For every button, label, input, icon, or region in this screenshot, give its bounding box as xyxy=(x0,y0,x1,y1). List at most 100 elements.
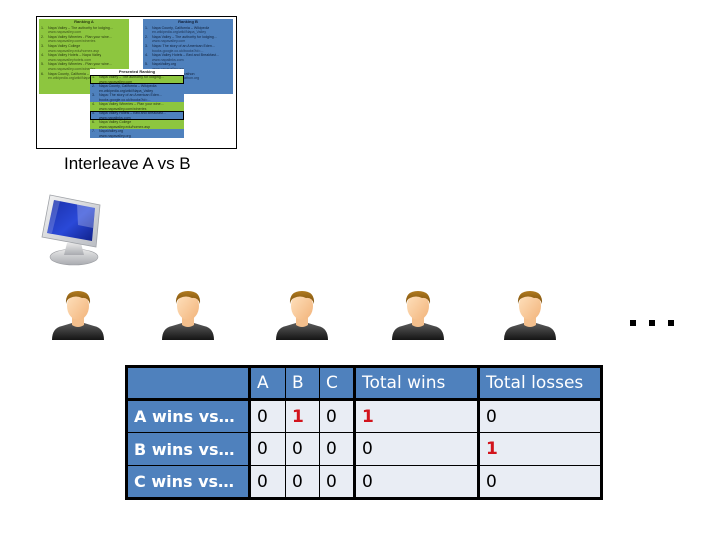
header-a: A xyxy=(248,365,286,400)
presented-item-number: 6. xyxy=(92,120,95,125)
presented-ranking-panel: Presented Ranking 1. Napa Valley – The au… xyxy=(90,69,184,148)
win-loss-table: A B C Total wins Total losses A wins vs…… xyxy=(125,365,603,500)
table-row: C wins vs… 0 0 0 0 0 xyxy=(125,465,603,500)
ranking-item-number: 1. xyxy=(145,25,148,30)
ranking-item-url: www.napavalley.com xyxy=(152,39,186,44)
user-icon xyxy=(158,286,218,342)
ranking-item-title: Napa: The story of an American Eden... xyxy=(152,43,215,48)
presented-item-text: Napa Valley College www.napavalley.edu/ho… xyxy=(99,120,150,129)
presented-item-number: 1. xyxy=(92,75,95,80)
ranking-item: 1. Napa Valley – The authority for lodgin… xyxy=(39,26,129,35)
ranking-item-url: www.napalinks.com xyxy=(152,57,184,62)
ranking-item-text: Napa Valley Hotels – Bed and Breakfast..… xyxy=(152,53,219,62)
presented-item-url: www.napavalley.edu/homex.asp xyxy=(99,124,151,129)
ranking-item-text: Napa: The story of an American Eden... bo… xyxy=(152,44,215,53)
presented-item: 1. Napa Valley – The authority for lodgin… xyxy=(90,75,184,85)
cell-vs-a: 0 xyxy=(248,432,286,466)
ranking-item: 1. Napa County, California – Wikipedia en.… xyxy=(143,26,233,35)
row-label: A wins vs… xyxy=(125,398,250,433)
cell-total-wins: 0 xyxy=(353,465,479,500)
presented-item-title: Napa: The story of an American Eden... xyxy=(99,93,162,98)
cell-vs-c: 0 xyxy=(319,432,355,466)
cell-vs-c: 0 xyxy=(319,398,355,433)
cell-total-wins: 1 xyxy=(353,398,479,433)
ranking-item-text: Napa Valley – The authority for lodging.… xyxy=(152,35,217,44)
presented-item-number: 5. xyxy=(92,111,95,116)
presented-item: 4. Napa Valley Wineries – Plan your wine.… xyxy=(90,102,184,112)
ranking-item-title: NapaValley.org xyxy=(152,62,177,67)
ellipsis-dot xyxy=(649,320,655,326)
presented-item-title: Napa Valley College xyxy=(99,120,132,125)
presented-item-text: Napa County, California – Wikipedia en.wi… xyxy=(99,84,156,93)
ranking-item-number: 6. xyxy=(41,71,44,76)
cell-total-losses: 0 xyxy=(477,398,603,433)
cell-vs-a: 0 xyxy=(248,465,286,500)
presented-item: 7. NapaValley.org www.napavalley.org xyxy=(90,129,184,139)
user-icon xyxy=(388,286,448,342)
header-b: B xyxy=(285,365,320,400)
ranking-item-number: 3. xyxy=(41,43,44,48)
interleaving-thumbnail: Ranking A 1. Napa Valley – The authority … xyxy=(36,16,237,149)
ranking-item-text: Napa Valley Hotels – Napa Valley www.napa… xyxy=(48,53,101,62)
header-total-losses: Total losses xyxy=(477,365,603,400)
ellipsis-dot xyxy=(630,320,636,326)
interleave-label: Interleave A vs B xyxy=(64,154,191,173)
table-header-row: A B C Total wins Total losses xyxy=(125,365,603,400)
ranking-item: 4. Napa Valley Hotels – Bed and Breakfast… xyxy=(143,53,233,62)
ranking-item-number: 2. xyxy=(41,34,44,39)
ranking-item-url: en.wikipedia.org/wiki/Napa_Valley xyxy=(152,30,207,35)
ranking-item-number: 4. xyxy=(145,53,148,58)
presented-item-number: 4. xyxy=(92,102,95,107)
cell-vs-b: 1 xyxy=(285,398,320,433)
ranking-item-title: Napa County, California – Wikipedia xyxy=(152,25,210,30)
cell-total-losses: 0 xyxy=(477,465,603,500)
presented-item-title: Napa Valley Wineries – Plan your wine... xyxy=(99,102,164,107)
ranking-item-number: 5. xyxy=(41,62,44,67)
presented-item-text: NapaValley.org www.napavalley.org xyxy=(99,129,131,138)
header-c: C xyxy=(319,365,355,400)
presented-item-number: 3. xyxy=(92,93,95,98)
ranking-item-text: Napa County, California – Wikipedia en.wi… xyxy=(152,26,209,35)
row-label: B wins vs… xyxy=(125,432,250,466)
cell-vs-c: 0 xyxy=(319,465,355,500)
presented-item-title: Napa Valley Hotels – Bed and Breakfast..… xyxy=(99,111,166,116)
ranking-item: 2. Napa Valley Wineries - Plan your wine.… xyxy=(39,35,129,44)
cell-total-losses: 1 xyxy=(477,432,603,466)
ranking-item-title: Napa Valley Wineries - Plan your wine... xyxy=(48,34,112,39)
ranking-item: 3. Napa Valley College www.napavalley.edu/… xyxy=(39,44,129,53)
ranking-item-title: Napa Valley – The authority for lodging.… xyxy=(48,25,113,30)
presented-item-url: www.napavalley.com/wineries xyxy=(99,106,147,111)
ranking-item-number: 2. xyxy=(145,34,148,39)
header-total-wins: Total wins xyxy=(353,365,479,400)
ranking-item: 2. Napa Valley – The authority for lodgin… xyxy=(143,35,233,44)
ellipsis xyxy=(630,320,674,326)
ranking-item-text: Napa Valley College www.napavalley.edu/ho… xyxy=(48,44,99,53)
cell-vs-a: 0 xyxy=(248,398,286,433)
presented-item-text: Napa Valley Hotels – Bed and Breakfast..… xyxy=(99,111,166,120)
presented-item: 6. Napa Valley College www.napavalley.edu/… xyxy=(90,120,184,130)
ellipsis-dot xyxy=(668,320,674,326)
ranking-item-number: 3. xyxy=(145,43,148,48)
presented-item: 5. Napa Valley Hotels – Bed and Breakfast… xyxy=(90,111,184,121)
presented-item-number: 2. xyxy=(92,84,95,89)
presented-item-url: www.napavalley.org xyxy=(99,133,131,138)
presented-item-text: Napa Valley – The authority for lodging.… xyxy=(99,75,164,84)
presented-item-url: en.wikipedia.org/wiki/Napa_Valley xyxy=(99,88,154,93)
presented-item-number: 7. xyxy=(92,129,95,134)
presented-item: 3. Napa: The story of an American Eden...… xyxy=(90,93,184,103)
row-label: C wins vs… xyxy=(125,465,250,500)
user-icon xyxy=(48,286,108,342)
ranking-item-number: 4. xyxy=(41,53,44,58)
ranking-item-title: Napa Valley Hotels – Napa Valley xyxy=(48,53,102,58)
ranking-item-title: Napa Valley Wineries - Plan your wine... xyxy=(48,62,112,67)
ranking-item: 4. Napa Valley Hotels – Napa Valley www.na… xyxy=(39,53,129,62)
header-corner xyxy=(125,365,250,400)
user-icon xyxy=(272,286,332,342)
ranking-item-url: www.napavalley.com xyxy=(48,30,82,35)
presented-item-text: Napa: The story of an American Eden... bo… xyxy=(99,93,162,102)
presented-ranking-list: 1. Napa Valley – The authority for lodgin… xyxy=(90,75,184,139)
presented-item-url: www.napavalley.com xyxy=(99,79,133,84)
table-row: A wins vs… 0 1 0 1 0 xyxy=(125,398,603,433)
table-row: B wins vs… 0 0 0 0 1 xyxy=(125,432,603,466)
presented-item-title: Napa Valley – The authority for lodging.… xyxy=(99,75,164,80)
